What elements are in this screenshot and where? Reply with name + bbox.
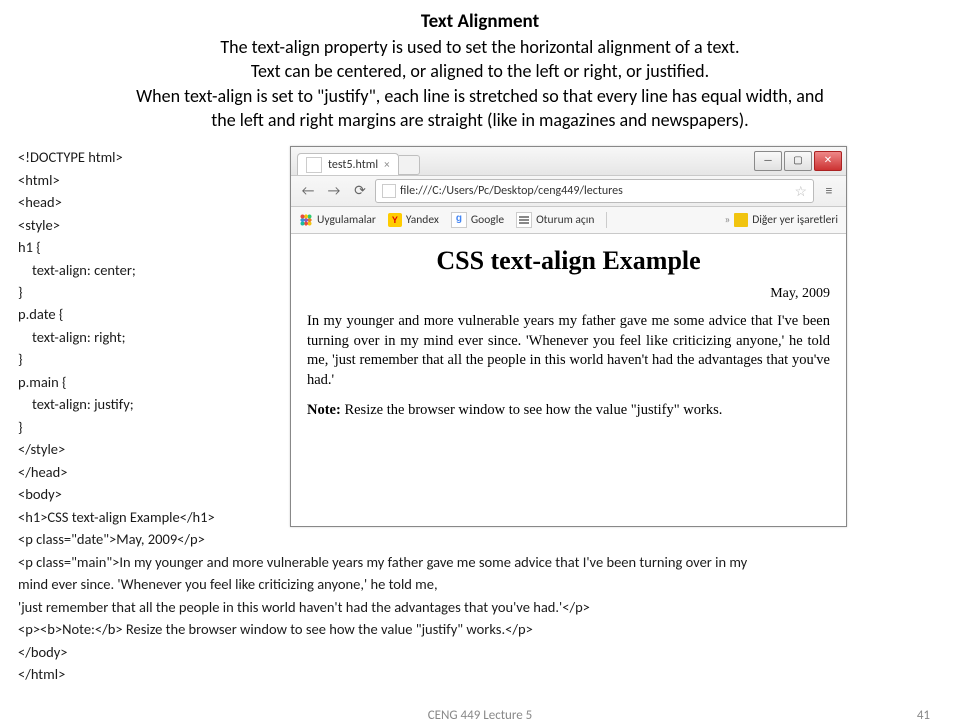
rendered-page: CSS text-align Example May, 2009 In my y… (291, 234, 846, 526)
code-line: <h1>CSS text-align Example</h1> (18, 506, 278, 528)
intro-line-3: When text-align is set to "justify", eac… (18, 84, 942, 108)
maximize-button[interactable]: ▢ (784, 151, 812, 171)
example-heading: CSS text-align Example (307, 246, 830, 276)
code-line: 'just remember that all the people in th… (18, 596, 942, 618)
code-line: p.date { (18, 303, 278, 325)
code-line: <p><b>Note:</b> Resize the browser windo… (18, 618, 942, 640)
menu-icon[interactable]: ≡ (818, 180, 840, 202)
code-line: </body> (18, 641, 942, 663)
code-line: </style> (18, 438, 278, 460)
tab-title: test5.html (328, 158, 378, 172)
title-block: Text Alignment The text-align property i… (18, 10, 942, 132)
google-icon (451, 212, 467, 228)
code-line: } (18, 348, 278, 370)
bookmark-label: Yandex (406, 213, 439, 227)
bookmark-label: Google (471, 213, 504, 227)
intro-line-4: the left and right margins are straight … (18, 108, 942, 132)
bookmark-other[interactable]: » Diğer yer işaretleri (724, 213, 838, 227)
intro-line-1: The text-align property is used to set t… (18, 35, 942, 59)
code-line: } (18, 416, 278, 438)
code-line: </html> (18, 663, 942, 685)
bookmark-label: Oturum açın (536, 213, 594, 227)
file-icon (306, 157, 322, 173)
example-note: Note: Resize the browser window to see h… (307, 402, 830, 419)
code-line: <body> (18, 483, 278, 505)
yandex-icon (388, 213, 402, 227)
star-icon[interactable]: ☆ (794, 183, 807, 200)
browser-titlebar: test5.html × — ▢ ✕ (291, 147, 846, 176)
lecture-label: CENG 449 Lecture 5 (428, 708, 533, 723)
code-line: h1 { (18, 236, 278, 258)
chevron-right-icon: » (724, 213, 730, 227)
code-line: text-align: right; (18, 326, 278, 348)
slide-title: Text Alignment (18, 10, 942, 33)
apps-icon (299, 213, 313, 227)
page-number: 41 (917, 708, 930, 723)
browser-toolbar: ← → ⟳ file:///C:/Users/Pc/Desktop/ceng44… (291, 176, 846, 207)
bookmarks-bar: Uygulamalar Yandex Google Oturum açın » … (291, 207, 846, 234)
note-label: Note: (307, 402, 341, 418)
folder-icon (734, 213, 748, 227)
separator (606, 212, 607, 228)
close-button[interactable]: ✕ (814, 151, 842, 171)
code-line: <p class="date">May, 2009</p> (18, 528, 278, 550)
code-line: text-align: justify; (18, 393, 278, 415)
minimize-button[interactable]: — (754, 151, 782, 171)
bookmark-login[interactable]: Oturum açın (516, 212, 594, 228)
code-continued: <p class="main">In my younger and more v… (18, 551, 942, 686)
bookmark-label: Uygulamalar (317, 213, 376, 227)
code-line: p.main { (18, 371, 278, 393)
code-line: text-align: center; (18, 259, 278, 281)
browser-window: test5.html × — ▢ ✕ ← → ⟳ (290, 146, 847, 527)
code-line: <head> (18, 191, 278, 213)
code-line: </head> (18, 461, 278, 483)
example-paragraph: In my younger and more vulnerable years … (307, 312, 830, 390)
code-line: <p class="main">In my younger and more v… (18, 551, 942, 573)
code-line: mind ever since. 'Whenever you feel like… (18, 573, 942, 595)
code-line: } (18, 281, 278, 303)
new-tab-button[interactable] (399, 155, 420, 175)
forward-icon[interactable]: → (323, 180, 345, 202)
reload-icon[interactable]: ⟳ (349, 180, 371, 202)
bookmark-yandex[interactable]: Yandex (388, 213, 439, 227)
back-icon[interactable]: ← (297, 180, 319, 202)
code-line: <html> (18, 169, 278, 191)
bookmark-google[interactable]: Google (451, 212, 504, 228)
code-line: <style> (18, 214, 278, 236)
example-date: May, 2009 (307, 286, 830, 302)
doc-icon (516, 212, 532, 228)
bookmark-label: Diğer yer işaretleri (752, 213, 838, 227)
url-text: file:///C:/Users/Pc/Desktop/ceng449/lect… (400, 184, 623, 198)
intro-line-2: Text can be centered, or aligned to the … (18, 59, 942, 83)
address-bar[interactable]: file:///C:/Users/Pc/Desktop/ceng449/lect… (375, 179, 814, 203)
browser-tab[interactable]: test5.html × (297, 153, 399, 175)
code-column: <!DOCTYPE html> <html> <head> <style> h1… (18, 146, 278, 550)
close-icon[interactable]: × (384, 158, 389, 171)
note-text: Resize the browser window to see how the… (341, 402, 723, 418)
bookmark-apps[interactable]: Uygulamalar (299, 213, 376, 227)
file-icon (382, 184, 396, 198)
code-line: <!DOCTYPE html> (18, 146, 278, 168)
